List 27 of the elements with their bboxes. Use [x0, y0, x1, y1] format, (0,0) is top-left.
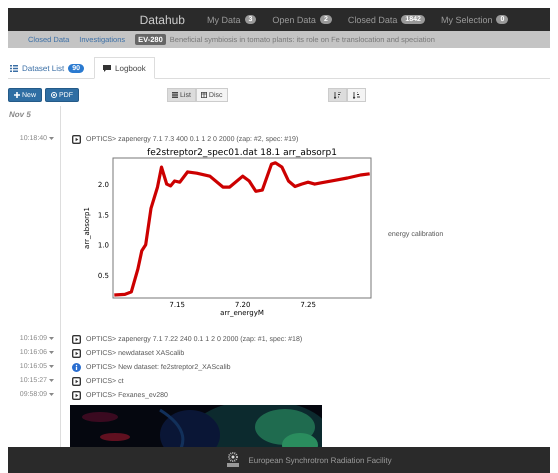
logo-icon [226, 452, 240, 468]
sort-icon [334, 92, 341, 98]
caret-icon[interactable] [49, 137, 54, 140]
caret-icon[interactable] [49, 393, 54, 396]
caret-icon[interactable] [49, 365, 54, 368]
caret-icon[interactable] [49, 351, 54, 354]
info-icon [72, 362, 81, 372]
sort-button[interactable] [328, 88, 347, 102]
list-icon [10, 64, 18, 72]
plus-icon [14, 92, 20, 98]
tab[interactable]: Logbook [94, 57, 155, 79]
play-square-icon [72, 348, 81, 358]
comment-icon [103, 64, 112, 72]
chart-title: fe2streptor2_spec01.dat 18.1 arr_absorp1 [147, 148, 337, 158]
play-square-icon [72, 134, 81, 144]
play-square-icon [72, 376, 81, 386]
sort-icon [352, 92, 360, 98]
date-label: Nov 5 [8, 109, 32, 121]
caret-icon[interactable] [49, 379, 54, 382]
caret-icon[interactable] [49, 337, 54, 340]
footer-text: European Synchrotron Radiation Facility [248, 456, 392, 464]
play-square-icon [72, 390, 81, 400]
columns-icon [200, 92, 207, 98]
brand-title[interactable]: Datahub [140, 12, 185, 26]
list-icon [172, 92, 178, 98]
sort-button[interactable] [346, 88, 366, 102]
play-square-icon [72, 334, 81, 344]
